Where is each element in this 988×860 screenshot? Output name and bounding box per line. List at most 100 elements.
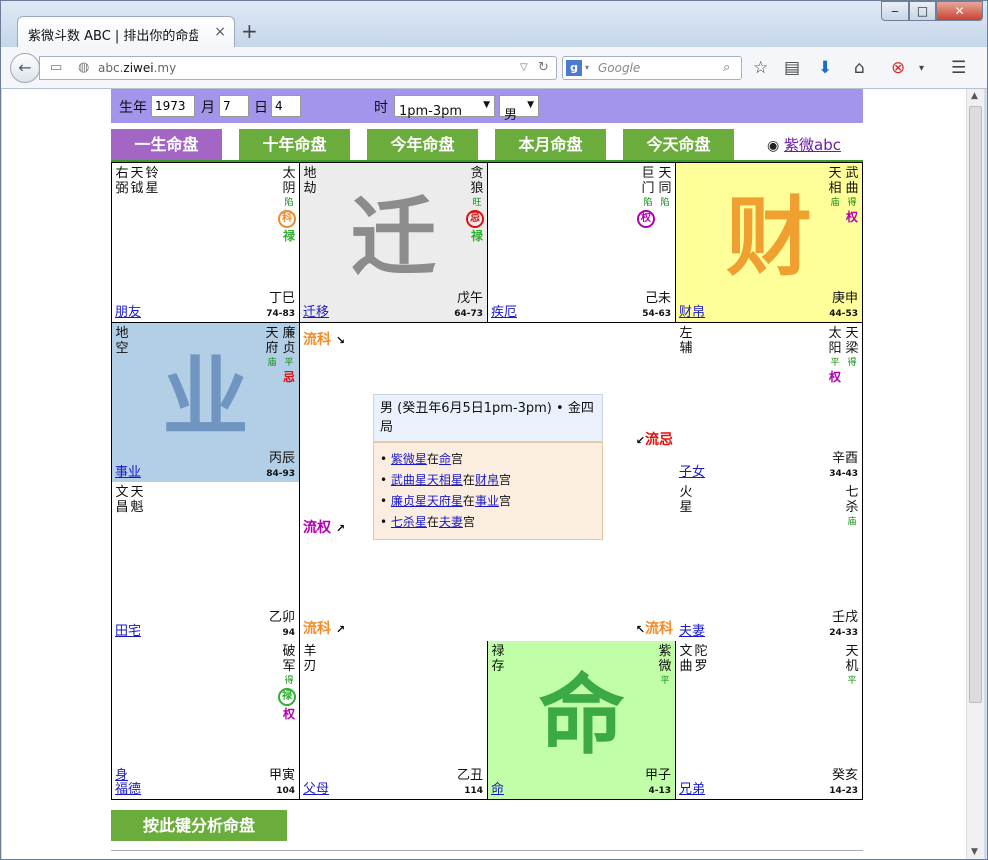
palace-link[interactable]: 命 xyxy=(491,778,504,797)
palace-link[interactable]: 事业 xyxy=(115,461,141,480)
star-column: 天机平 xyxy=(845,644,859,687)
major-stars: 贪狼旺忌禄 xyxy=(466,166,484,243)
bookmark-star-icon[interactable]: ☆ xyxy=(753,58,768,78)
palace-link[interactable]: 疾厄 xyxy=(491,301,517,320)
brightness: 庙 xyxy=(830,198,840,208)
scroll-up-icon[interactable]: ▲ xyxy=(971,91,978,101)
palace-cell: 左辅 太阳平权天梁得辛酉 34-43 子女 xyxy=(676,323,862,483)
tab-lifetime[interactable]: 一生命盘 xyxy=(111,129,222,160)
star-link[interactable]: 紫微星 xyxy=(391,452,427,466)
star-name: 贪狼 xyxy=(470,166,484,196)
browser-tab[interactable]: 紫微斗数 ABC | 排出你的命盘 | ... × xyxy=(17,16,235,49)
tab-close-icon[interactable]: × xyxy=(214,24,226,40)
transform-mark: 忌 xyxy=(282,370,295,384)
month-input[interactable] xyxy=(219,95,249,117)
palace-link[interactable]: 朋友 xyxy=(115,301,141,320)
star-name: 廉贞 xyxy=(282,326,296,356)
back-button[interactable]: ← xyxy=(10,53,40,83)
addon-icon[interactable]: ⊗ xyxy=(891,58,905,78)
brand-link[interactable]: ◉ 紫微abc xyxy=(767,134,841,155)
palace-cell: 命 禄存 紫微平甲子 4-13 命 xyxy=(488,641,676,799)
tab-month[interactable]: 本月命盘 xyxy=(495,129,606,160)
hour-select[interactable]: 1pm-3pm ▼ xyxy=(394,95,495,119)
star-name: 天相 xyxy=(828,166,842,196)
flow-quan: 流权 ↗ xyxy=(303,517,345,537)
new-tab-icon[interactable]: + xyxy=(241,19,258,43)
year-input[interactable] xyxy=(151,95,195,117)
palace-link[interactable]: 迁移 xyxy=(303,301,329,320)
star-name: 紫微 xyxy=(658,644,672,674)
minimize-button[interactable]: ‒ xyxy=(881,1,909,21)
star-column: 天府庙 xyxy=(265,326,279,384)
tab-today[interactable]: 今天命盘 xyxy=(623,129,734,160)
brightness: 得 xyxy=(847,358,857,368)
palace-cell: 火星 七杀庙壬戌 24-33 夫妻 xyxy=(676,482,862,642)
star-link[interactable]: 七杀星 xyxy=(391,515,427,529)
minor-stars: 禄存 xyxy=(491,644,505,674)
search-engine-dropdown-icon[interactable]: ▾ xyxy=(585,63,589,72)
hour-label: 时 xyxy=(374,100,388,116)
logo-icon: ◉ xyxy=(767,138,780,154)
day-input[interactable] xyxy=(271,95,301,117)
close-window-button[interactable]: ✕ xyxy=(936,1,983,21)
analyze-button[interactable]: 按此键分析命盘 xyxy=(111,810,287,841)
page-content: 生年 月 日 时 1pm-3pm▼ 男▼ 一生命盘 十年命盘 今年命盘 本月命盘… xyxy=(2,89,966,859)
star-link[interactable]: 廉贞星天府星 xyxy=(391,494,463,508)
palace-cell: 迁 地劫 贪狼旺忌禄戊午 64-73 迁移 xyxy=(300,163,488,323)
scroll-down-icon[interactable]: ▼ xyxy=(971,847,978,857)
menu-icon[interactable]: ☰ xyxy=(951,58,966,78)
list-item: • 武曲星天相星在财帛宫 xyxy=(380,473,511,487)
star-name: 地空 xyxy=(115,326,129,356)
shen-link[interactable]: 身 xyxy=(115,764,128,783)
tab-year[interactable]: 今年命盘 xyxy=(367,129,478,160)
star-column: 天同陷 xyxy=(658,166,672,228)
chevron-down-icon: ▼ xyxy=(527,100,534,110)
reading-list-icon[interactable]: ▤ xyxy=(784,58,800,78)
palace-link[interactable]: 兄弟 xyxy=(679,778,705,797)
star-name: 天同 xyxy=(658,166,672,196)
star-column: 太阳平权 xyxy=(828,326,842,384)
gender-select[interactable]: 男 ▼ xyxy=(499,95,539,123)
tab-decade[interactable]: 十年命盘 xyxy=(239,129,350,160)
palace-cell: 文昌天魁乙卯 94 田宅 xyxy=(112,482,300,642)
maximize-button[interactable]: □ xyxy=(909,1,936,21)
scrollbar[interactable]: ▲ ▼ xyxy=(966,89,984,859)
star-name: 右弼 xyxy=(115,166,129,196)
palace-link[interactable]: 命 xyxy=(439,452,451,466)
download-icon[interactable]: ⬇ xyxy=(818,58,832,78)
nav-bar: ▭ ◍ abc.ziwei.my ▽ ↻ ← g ▾ Google ⌕ ☆ ▤ … xyxy=(1,47,987,89)
list-item: • 廉贞星天府星在事业宫 xyxy=(380,494,511,508)
star-name: 左辅 xyxy=(679,326,693,356)
transform-mark: 忌 xyxy=(466,210,484,228)
scrollbar-thumb[interactable] xyxy=(969,106,982,703)
star-link[interactable]: 武曲星天相星 xyxy=(391,473,463,487)
stem-branch: 丙辰 xyxy=(268,451,295,466)
palace-link[interactable]: 夫妻 xyxy=(679,620,705,639)
search-icon[interactable]: ⌕ xyxy=(723,60,730,75)
reload-icon[interactable]: ↻ xyxy=(538,60,549,75)
brand-text[interactable]: 紫微abc xyxy=(784,136,841,154)
palace-big-char: 命 xyxy=(538,666,625,766)
major-stars: 天府庙廉贞平忌 xyxy=(265,326,296,384)
minor-stars: 文昌天魁 xyxy=(115,485,144,515)
star-name: 天机 xyxy=(845,644,859,674)
palace-link[interactable]: 父母 xyxy=(303,778,329,797)
addon-dropdown-icon[interactable]: ▾ xyxy=(919,63,924,74)
palace-link[interactable]: 财帛 xyxy=(679,301,705,320)
palace-link[interactable]: 事业 xyxy=(475,494,499,508)
flow-label: 流科 xyxy=(303,621,331,637)
search-input[interactable]: g ▾ Google ⌕ xyxy=(562,56,742,80)
brightness: 旺 xyxy=(472,198,482,208)
arrow-icon: ↗ xyxy=(335,522,346,535)
palace-link[interactable]: 田宅 xyxy=(115,620,141,639)
brightness: 得 xyxy=(847,198,857,208)
address-bar[interactable]: ▭ ◍ abc.ziwei.my ▽ ↻ xyxy=(39,56,557,80)
minor-stars: 火星 xyxy=(679,485,693,515)
palace-link[interactable]: 子女 xyxy=(679,461,705,480)
palace-link[interactable]: 财帛 xyxy=(475,473,499,487)
dropdown-icon[interactable]: ▽ xyxy=(520,62,528,73)
star-name: 陀罗 xyxy=(694,644,708,674)
age-range: 94 xyxy=(282,628,295,638)
home-icon[interactable]: ⌂ xyxy=(854,58,865,78)
palace-link[interactable]: 夫妻 xyxy=(439,515,463,529)
